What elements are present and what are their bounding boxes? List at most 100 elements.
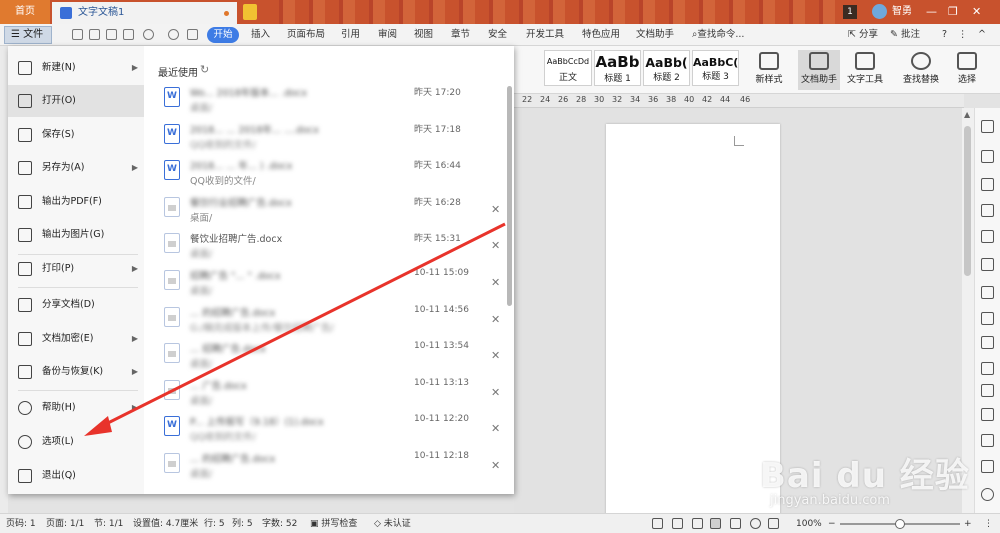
menu-open[interactable]: 打开(O) bbox=[8, 85, 144, 117]
list-item[interactable]: Wo... 2018年版本... .docx桌面/昨天 17:20✕ bbox=[158, 82, 508, 118]
share-button[interactable]: ⇱ 分享 bbox=[848, 24, 878, 46]
archive-icon[interactable] bbox=[981, 408, 994, 421]
tab-security[interactable]: 安全 bbox=[488, 24, 507, 46]
menu-export-image[interactable]: 输出为图片(G) bbox=[8, 219, 144, 251]
write-mode-icon[interactable] bbox=[692, 518, 703, 529]
redo-icon[interactable] bbox=[168, 29, 179, 40]
more-options-icon[interactable]: ⋮ bbox=[958, 24, 968, 46]
menu-print[interactable]: 打印(P) ▶ bbox=[8, 253, 144, 285]
new-tab-icon[interactable] bbox=[243, 4, 257, 20]
status-column[interactable]: 列: 5 bbox=[232, 514, 253, 533]
reading-mode-icon[interactable] bbox=[672, 518, 683, 529]
close-icon[interactable]: ✕ bbox=[491, 313, 500, 326]
new-style-button[interactable]: 新样式 bbox=[748, 50, 790, 90]
list-item[interactable]: ... 的招聘广告.docx 桌面/10-11 12:18 ✕ bbox=[158, 448, 508, 484]
list-item[interactable]: 招聘广告 "... " .docx 桌面/10-11 15:09 ✕ bbox=[158, 265, 508, 301]
status-page-number[interactable]: 页码: 1 bbox=[6, 514, 36, 533]
close-icon[interactable]: ✕ bbox=[491, 422, 500, 435]
customize-toolbar-icon[interactable] bbox=[187, 29, 198, 40]
select-button[interactable]: 选择 bbox=[946, 50, 988, 90]
tab-developer[interactable]: 开发工具 bbox=[526, 24, 564, 46]
text-tools-button[interactable]: 文字工具 bbox=[844, 50, 886, 90]
home-tab[interactable]: 首页 bbox=[0, 0, 50, 24]
copy-icon[interactable] bbox=[981, 336, 994, 349]
close-icon[interactable]: ✕ bbox=[491, 459, 500, 472]
recent-list-scrollbar[interactable] bbox=[507, 86, 512, 306]
tab-insert[interactable]: 插入 bbox=[251, 24, 270, 46]
tab-doc-assistant[interactable]: 文档助手 bbox=[636, 24, 674, 46]
menu-exit[interactable]: 退出(Q) bbox=[8, 460, 144, 492]
page-view-icon[interactable] bbox=[710, 518, 721, 529]
close-icon[interactable]: ✕ bbox=[491, 239, 500, 252]
menu-save[interactable]: 保存(S) bbox=[8, 119, 144, 151]
maximize-button[interactable]: ❐ bbox=[948, 0, 958, 24]
output-pdf-icon[interactable] bbox=[89, 29, 100, 40]
image-icon[interactable] bbox=[981, 362, 994, 375]
menu-backup[interactable]: 备份与恢复(K) ▶ bbox=[8, 356, 144, 388]
close-window-button[interactable]: ✕ bbox=[972, 0, 981, 24]
zoom-in-button[interactable]: + bbox=[964, 514, 972, 533]
grid-icon[interactable] bbox=[981, 230, 994, 243]
find-replace-button[interactable]: 查找替换 bbox=[900, 50, 942, 90]
status-section[interactable]: 节: 1/1 bbox=[94, 514, 123, 533]
list-item[interactable]: 2018... ... 年... ) .docx QQ收到的文件/昨天 16:44… bbox=[158, 155, 508, 191]
menu-help[interactable]: 帮助(H) ▶ bbox=[8, 392, 144, 424]
style-heading-1[interactable]: AaBb 标题 1 bbox=[594, 50, 641, 86]
user-name[interactable]: 智勇 bbox=[892, 0, 912, 24]
avatar[interactable] bbox=[872, 4, 887, 19]
layers-icon[interactable] bbox=[981, 178, 994, 191]
refresh-icon[interactable]: ↻ bbox=[200, 63, 209, 76]
pen-icon[interactable] bbox=[981, 258, 994, 271]
zoom-level[interactable]: 100% bbox=[796, 514, 822, 533]
outline-view-icon[interactable] bbox=[730, 518, 741, 529]
style-heading-3[interactable]: AaBbC( 标题 3 bbox=[692, 50, 739, 86]
menu-new[interactable]: 新建(N) ▶ bbox=[8, 52, 144, 84]
menu-share[interactable]: 分享文档(D) bbox=[8, 289, 144, 321]
compass-icon[interactable] bbox=[981, 204, 994, 217]
fullscreen-icon[interactable] bbox=[652, 518, 663, 529]
menu-encrypt[interactable]: 文档加密(E) ▶ bbox=[8, 323, 144, 355]
frame-icon[interactable] bbox=[981, 434, 994, 447]
list-item[interactable]: 2018... ... 2018年... ....docx QQ收到的文件/昨天 … bbox=[158, 119, 508, 155]
list-item[interactable]: P... 上传报写（9.18）(1).docx QQ收到的文件/10-11 12:… bbox=[158, 411, 508, 447]
backup-icon[interactable] bbox=[981, 286, 994, 299]
close-icon[interactable]: ✕ bbox=[491, 203, 500, 216]
auth-status[interactable]: ◇ 未认证 bbox=[374, 514, 411, 533]
list-item[interactable]: ... 的招聘广告.docx G:/稿完成版本上传/餐饮招聘广告/10-11 14… bbox=[158, 302, 508, 338]
collapse-ribbon-icon[interactable]: ^ bbox=[978, 24, 986, 46]
close-icon[interactable]: ✕ bbox=[491, 276, 500, 289]
list-item[interactable]: ... 广告.docx 桌面/10-11 13:13 ✕ bbox=[158, 375, 508, 411]
tab-view[interactable]: 视图 bbox=[414, 24, 433, 46]
zoom-out-button[interactable]: − bbox=[828, 514, 836, 533]
spell-check-toggle[interactable]: ▣ 拼写检查 bbox=[310, 514, 357, 533]
list-item[interactable]: 餐饮业招聘广告.docx 桌面/昨天 15:31 ✕ bbox=[158, 228, 508, 264]
scroll-up-icon[interactable]: ▲ bbox=[964, 110, 970, 119]
tab-references[interactable]: 引用 bbox=[341, 24, 360, 46]
document-page[interactable] bbox=[606, 124, 780, 516]
close-icon[interactable]: ✕ bbox=[491, 386, 500, 399]
command-search[interactable]: ⌕查找命令... bbox=[692, 24, 744, 46]
tab-home[interactable]: 开始 bbox=[207, 27, 239, 43]
horizontal-ruler[interactable]: 22 24 26 28 30 32 34 36 38 40 42 44 46 bbox=[514, 94, 964, 108]
status-setting-value[interactable]: 设置值: 4.7厘米 bbox=[133, 514, 198, 533]
menu-export-pdf[interactable]: 输出为PDF(F) bbox=[8, 186, 144, 218]
tab-page-layout[interactable]: 页面布局 bbox=[287, 24, 325, 46]
pointer-icon[interactable] bbox=[981, 150, 994, 163]
minimize-button[interactable]: — bbox=[926, 0, 937, 24]
document-icon[interactable] bbox=[981, 384, 994, 397]
menu-save-as[interactable]: 另存为(A) ▶ bbox=[8, 152, 144, 184]
status-more-icon[interactable]: ⋮ bbox=[984, 514, 993, 533]
file-menu-button[interactable]: ☰ 文件 bbox=[4, 26, 52, 44]
document-tab[interactable]: 文字文稿1 bbox=[52, 2, 237, 24]
save-icon[interactable] bbox=[72, 29, 83, 40]
eye-protection-icon[interactable] bbox=[768, 518, 779, 529]
notification-badge[interactable]: 1 bbox=[843, 5, 857, 19]
menu-options[interactable]: 选项(L) bbox=[8, 426, 144, 458]
list-item[interactable]: ... 招聘广告.docx 桌面/10-11 13:54 ✕ bbox=[158, 338, 508, 374]
style-heading-2[interactable]: AaBb( 标题 2 bbox=[643, 50, 690, 86]
list-item[interactable]: 餐饮行业招聘广告.docx 桌面/昨天 16:28 ✕ bbox=[158, 192, 508, 228]
edit-icon[interactable] bbox=[981, 120, 994, 133]
lock-icon[interactable] bbox=[981, 312, 994, 325]
comment-button[interactable]: ✎ 批注 bbox=[890, 24, 920, 46]
vertical-scrollbar-thumb[interactable] bbox=[964, 126, 971, 276]
